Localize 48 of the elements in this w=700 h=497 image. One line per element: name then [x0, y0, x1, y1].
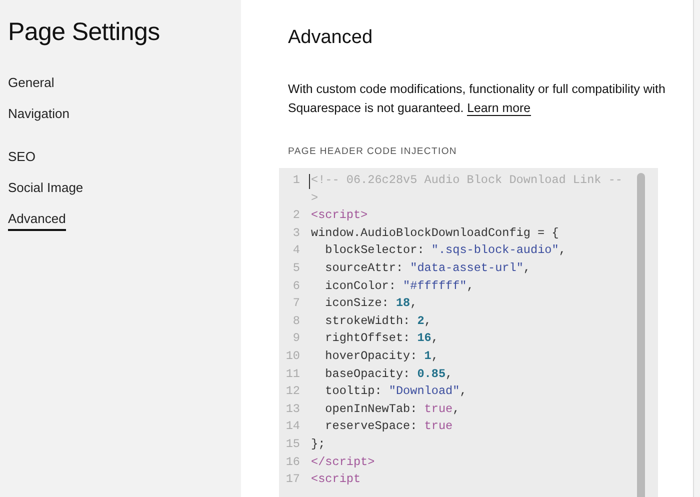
code-line: baseOpacity: 0.85, [324, 366, 454, 383]
code-editor[interactable] [279, 168, 658, 497]
notice-text: With custom code modifications, functionality or full compatibility with Squarespace is not guaranteed. Learn more [288, 81, 666, 118]
code-line: </script> [311, 454, 376, 470]
learn-more-link[interactable]: Learn more [467, 101, 530, 116]
line-number: 10 [284, 348, 301, 365]
code-line: <!-- 06.26c28v5 Audio Block Download Link --> [311, 172, 623, 207]
sidebar-item[interactable]: Social Image [8, 180, 84, 200]
line-number: 7 [292, 295, 301, 312]
code-line: openInNewTab: true, [324, 400, 461, 418]
code-line: strokeWidth: 2, [324, 312, 432, 330]
code-line: iconSize: 18, [324, 295, 418, 312]
code-line: }; [311, 436, 326, 453]
code-line: window.AudioBlockDownloadConfig = { [311, 224, 560, 242]
code-line: blockSelector: ".sqs-block-audio", [324, 242, 567, 260]
line-number: 2 [292, 207, 301, 224]
line-number: 9 [292, 330, 301, 348]
section-label: PAGE HEADER CODE INJECTION [288, 146, 458, 157]
line-number: 8 [292, 312, 301, 330]
line-number: 15 [284, 436, 301, 453]
line-number: 16 [284, 454, 301, 470]
scrollbar-thumb[interactable] [637, 173, 645, 497]
sidebar-item[interactable]: Advanced [8, 211, 66, 231]
line-number: 14 [284, 418, 301, 436]
sidebar-title: Page Settings [8, 18, 161, 47]
line-number: 11 [284, 366, 301, 383]
line-number: 13 [284, 400, 301, 418]
code-line: tooltip: "Download", [324, 383, 468, 400]
line-number: 6 [292, 278, 301, 295]
code-line: rightOffset: 16, [324, 330, 440, 348]
line-number: 5 [292, 260, 301, 277]
code-line: <script> [311, 207, 369, 224]
page-title: Advanced [288, 27, 374, 49]
scrollbar-track[interactable] [693, 0, 700, 497]
code-line: reserveSpace: true [324, 418, 454, 436]
line-number: 4 [292, 242, 301, 260]
line-number: 12 [284, 383, 301, 400]
code-line: <script [311, 471, 362, 488]
line-number: 3 [292, 224, 301, 242]
sidebar-item[interactable]: General [8, 75, 54, 95]
code-line: hoverOpacity: 1, [324, 348, 440, 365]
line-number: 17 [284, 471, 301, 488]
sidebar-item[interactable]: SEO [8, 149, 36, 169]
code-line: iconColor: "#ffffff", [324, 278, 475, 295]
text-cursor [309, 174, 310, 189]
sidebar-item[interactable]: Navigation [8, 106, 70, 126]
code-line: sourceAttr: "data-asset-url", [324, 260, 532, 277]
line-number: 1 [292, 172, 301, 189]
